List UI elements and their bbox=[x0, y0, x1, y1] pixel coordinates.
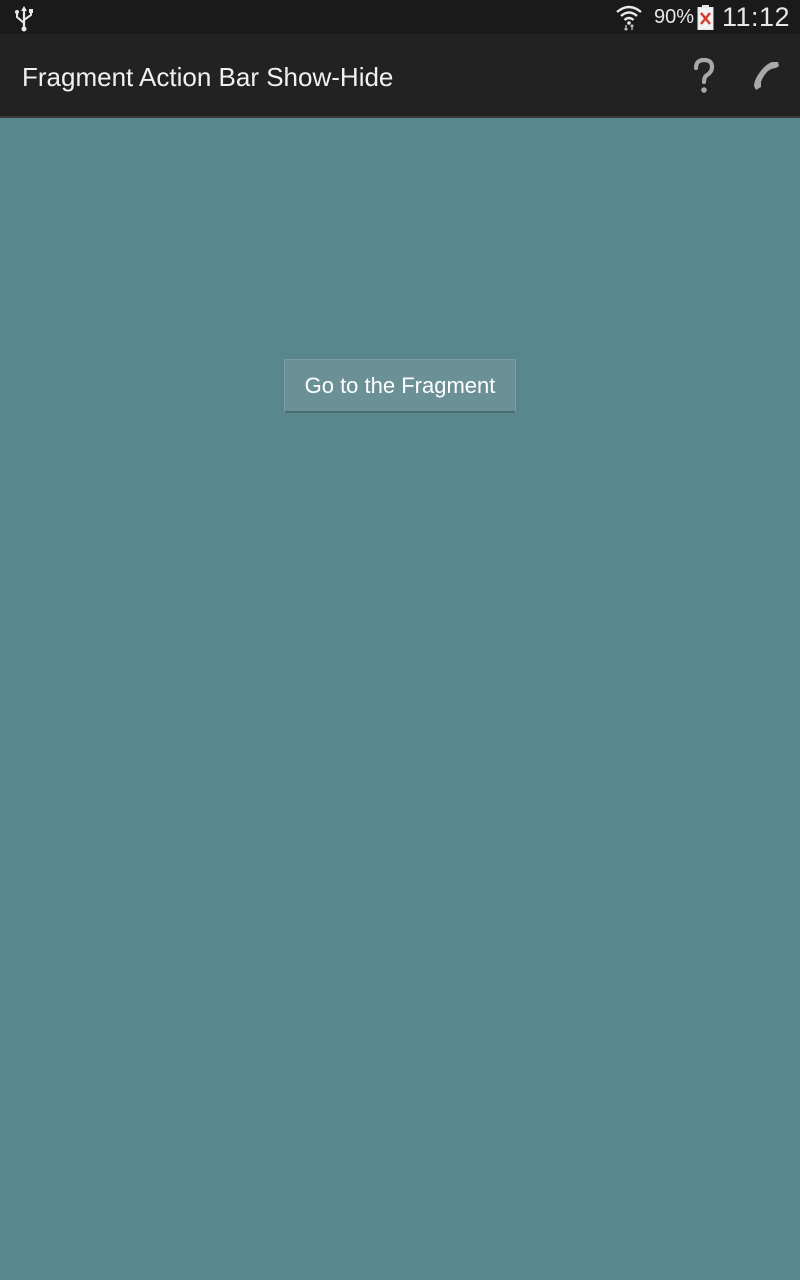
battery-icon bbox=[697, 5, 714, 30]
call-button[interactable] bbox=[744, 54, 788, 98]
app-title: Fragment Action Bar Show-Hide bbox=[22, 62, 394, 92]
status-bar: 90% 11:12 bbox=[0, 0, 800, 34]
main-content: Go to the Fragment bbox=[0, 118, 800, 1280]
battery-percent: 90% bbox=[654, 6, 695, 28]
usb-icon bbox=[15, 6, 33, 32]
phone-icon bbox=[754, 62, 779, 90]
help-button[interactable] bbox=[682, 54, 726, 98]
clock: 11:12 bbox=[722, 2, 791, 32]
action-bar: Fragment Action Bar Show-Hide bbox=[0, 34, 800, 118]
wifi-icon bbox=[616, 5, 642, 31]
help-icon bbox=[693, 57, 715, 93]
go-to-fragment-button[interactable]: Go to the Fragment bbox=[284, 359, 516, 413]
